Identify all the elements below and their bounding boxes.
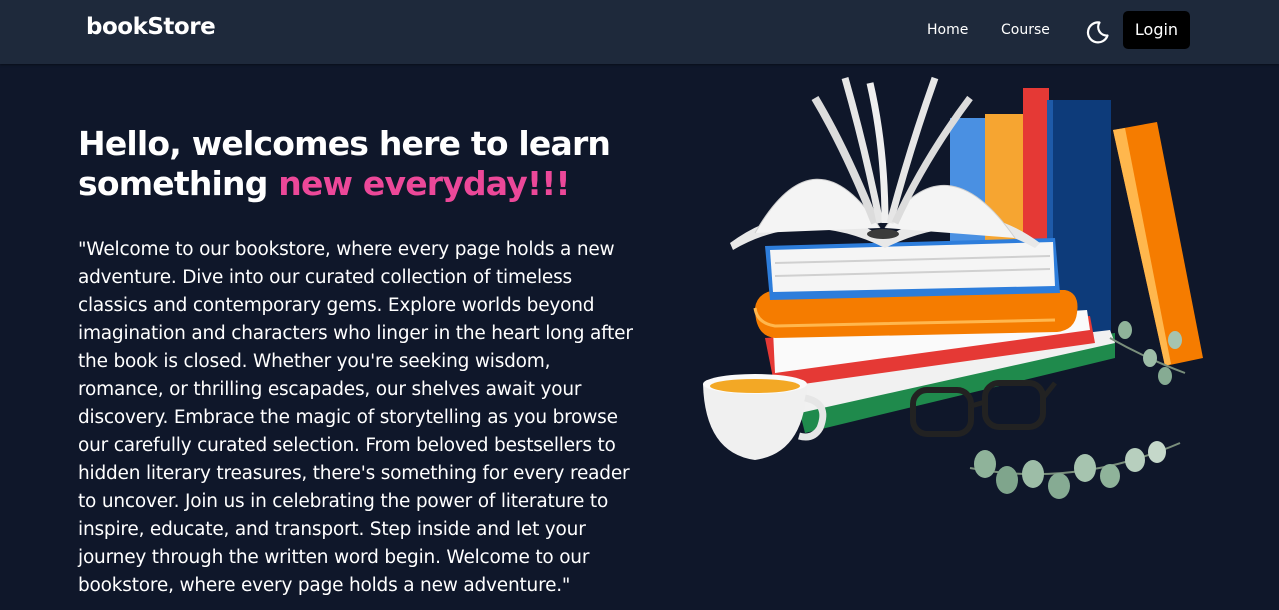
hero-title: Hello, welcomes here to learn something … [78,124,658,204]
brand-logo[interactable]: bookStore [86,14,216,40]
hero-title-accent: new everyday!!! [278,164,570,203]
login-button[interactable]: Login [1123,11,1190,49]
top-navbar: bookStore Home Course Login [0,0,1279,64]
nav-link-home[interactable]: Home [927,22,968,38]
books-stack-illustration [695,68,1215,508]
nav-link-course[interactable]: Course [1001,22,1050,38]
hero-description: "Welcome to our bookstore, where every p… [78,239,633,596]
moon-icon[interactable] [1083,18,1111,46]
